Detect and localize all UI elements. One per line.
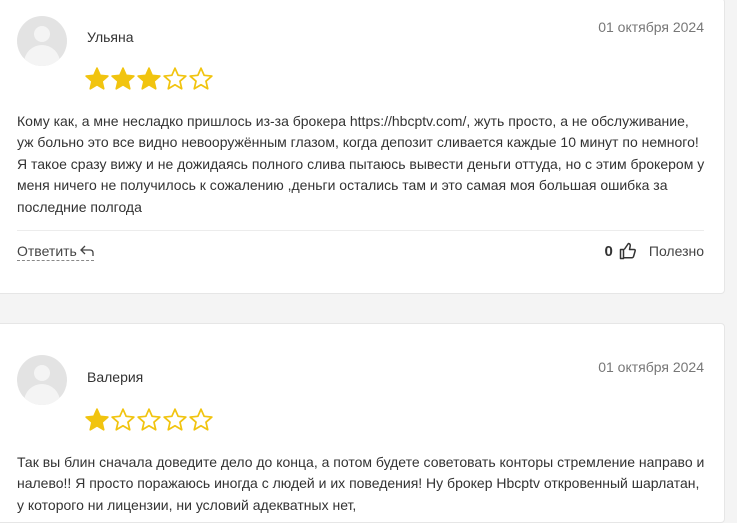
star-filled-icon bbox=[111, 67, 135, 90]
thumbs-up-icon[interactable] bbox=[619, 242, 637, 260]
reply-button[interactable]: Ответить bbox=[17, 243, 94, 261]
star-outline-icon bbox=[189, 408, 213, 431]
star-filled-icon bbox=[85, 408, 109, 431]
review-text: Кому как, а мне несладко пришлось из-за … bbox=[17, 113, 705, 215]
review-author: Ульяна bbox=[87, 29, 134, 45]
review-author: Валерия bbox=[87, 369, 144, 385]
review-text: Так вы блин сначала доведите дело до кон… bbox=[17, 454, 705, 513]
star-outline-icon bbox=[189, 67, 213, 90]
star-rating bbox=[84, 66, 214, 92]
star-outline-icon bbox=[163, 67, 187, 90]
star-rating bbox=[84, 407, 214, 433]
reply-arrow-icon bbox=[79, 245, 94, 256]
user-placeholder-icon bbox=[17, 16, 67, 66]
review-date: 01 октября 2024 bbox=[598, 19, 704, 35]
divider bbox=[17, 230, 704, 231]
star-outline-icon bbox=[137, 408, 161, 431]
review-date: 01 октября 2024 bbox=[598, 359, 704, 375]
star-outline-icon bbox=[163, 408, 187, 431]
useful-section: 0 Полезно bbox=[605, 242, 704, 260]
useful-label: Полезно bbox=[648, 243, 704, 259]
reply-label: Ответить bbox=[17, 243, 77, 259]
review-card: Валерия 01 октября 2024 Так вы блин снач… bbox=[0, 323, 725, 523]
useful-count: 0 bbox=[604, 242, 613, 260]
review-card: Ульяна 01 октября 2024 Кому как, а мне н… bbox=[0, 0, 725, 294]
star-outline-icon bbox=[111, 408, 135, 431]
star-filled-icon bbox=[85, 67, 109, 90]
user-placeholder-icon bbox=[17, 355, 67, 405]
star-filled-icon bbox=[137, 67, 161, 90]
